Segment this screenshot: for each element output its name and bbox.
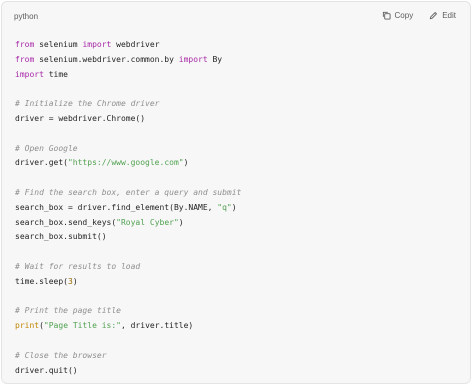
code-token: By (207, 54, 223, 64)
code-token: webdriver (111, 40, 160, 49)
code-token: from (15, 40, 35, 49)
code-token: # Wait for results to load (15, 261, 141, 271)
copy-icon (382, 11, 391, 20)
code-line: search_box = driver.find_element(By.NAME… (15, 201, 241, 216)
code-token: , driver.title) (120, 321, 194, 331)
code-line: # Initialize the Chrome driver (15, 97, 241, 112)
code-token: driver = webdriver.Chrome() (15, 113, 146, 123)
code-token: search_box.submit() (15, 232, 107, 242)
code-line: from selenium import webdriver (15, 38, 241, 53)
code-token: search_box = driver.find_element(By.NAME… (15, 202, 218, 212)
code-token: # Initialize the Chrome driver (15, 99, 160, 109)
code-line: import time (15, 68, 241, 83)
code-actions: Copy Edit (382, 11, 456, 20)
code-block-header: python Copy Edit (2, 2, 470, 32)
code-line: driver = webdriver.Chrome() (15, 112, 241, 127)
code-line: from selenium.webdriver.common.by import… (15, 53, 241, 68)
code-token: import (178, 54, 208, 64)
language-label: python (14, 12, 39, 21)
code-block: python Copy Edit from selenium import we… (1, 1, 471, 384)
pencil-icon (429, 11, 438, 20)
code-content: from selenium import webdriver from selen… (15, 38, 241, 378)
code-token: driver.get( (15, 158, 68, 168)
code-token: import (82, 40, 112, 49)
code-line: # Open Google (15, 142, 241, 157)
copy-button[interactable]: Copy (382, 11, 414, 20)
code-token: selenium (34, 40, 83, 49)
edit-label: Edit (442, 11, 456, 20)
code-line: # Close the browser (15, 349, 241, 364)
code-token: ) (183, 158, 189, 168)
code-line: print("Page Title is:", driver.title) (15, 319, 241, 334)
code-token: print (15, 321, 40, 331)
code-line: # Print the page title (15, 304, 241, 319)
code-token: ) (72, 276, 78, 286)
code-token: from (15, 54, 35, 64)
code-line: # Find the search box, enter a query and… (15, 186, 241, 201)
code-line: driver.get("https://www.google.com") (15, 156, 241, 171)
code-token: "Royal Cyber" (116, 217, 179, 227)
code-token: selenium.webdriver.common.by (34, 54, 179, 64)
code-token: time.sleep( (15, 276, 68, 286)
code-token: import (15, 69, 44, 79)
code-token: # Find the search box, enter a query and… (15, 187, 242, 197)
code-line: time.sleep(3) (15, 275, 241, 290)
code-token: "q" (217, 202, 232, 212)
code-token: "https://www.google.com" (67, 158, 184, 168)
code-token: "Page Title is:" (43, 321, 121, 331)
code-token: ) (178, 217, 184, 227)
code-token: driver.quit() (15, 365, 78, 375)
code-line: driver.quit() (15, 364, 241, 379)
code-line: search_box.send_keys("Royal Cyber") (15, 216, 241, 231)
copy-label: Copy (394, 11, 414, 20)
code-token: # Close the browser (15, 350, 107, 360)
code-token: # Print the page title (15, 306, 121, 316)
code-token: # Open Google (15, 143, 78, 153)
code-token: time (43, 69, 68, 79)
code-token: ) (231, 202, 237, 212)
code-line: search_box.submit() (15, 230, 241, 245)
code-line: # Wait for results to load (15, 260, 241, 275)
edit-button[interactable]: Edit (429, 11, 456, 20)
code-token: search_box.send_keys( (15, 217, 117, 227)
